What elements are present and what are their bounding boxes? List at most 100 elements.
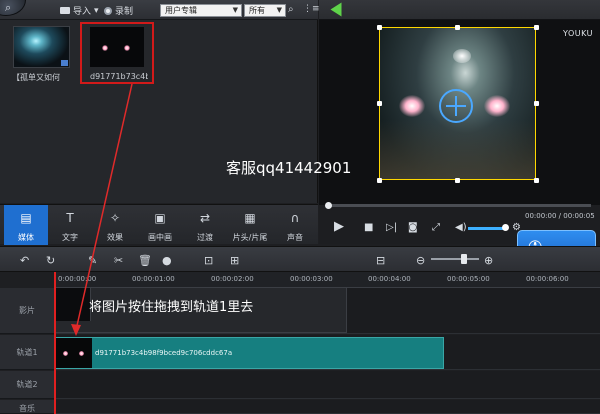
bounding-box[interactable] (379, 27, 536, 180)
tab-pip[interactable]: ▣ 画中画 (138, 205, 182, 245)
tab-label: 声音 (287, 233, 303, 242)
timeline-toolbar: ↶ ↻ ✎ ✂ 🗑 ● ⊡ ⊞ ⊟ ⊖ ⊕ (0, 246, 600, 272)
tab-label: 画中画 (148, 233, 172, 242)
filter-select[interactable]: 所有 ▼ (244, 4, 286, 17)
resize-handle[interactable] (534, 178, 539, 183)
resize-handle[interactable] (534, 101, 539, 106)
expand-icon[interactable]: ⊟ (376, 254, 385, 267)
preview-panel: YOUKU (319, 0, 600, 244)
redo-icon[interactable]: ↻ (46, 254, 55, 267)
resize-handle[interactable] (455, 178, 460, 183)
tab-audio[interactable]: ∩ 声音 (273, 205, 317, 245)
zoom-out-icon[interactable]: ⊖ (416, 254, 425, 267)
intro-outro-icon: ▦ (244, 211, 256, 225)
zoom-slider[interactable] (431, 258, 479, 260)
play-icon[interactable]: ▶ (334, 219, 344, 234)
resize-handle[interactable] (534, 25, 539, 30)
ruler-tick-label: 00:00:02:00 (211, 275, 254, 283)
next-frame-icon[interactable]: ▷| (386, 222, 397, 233)
tab-text[interactable]: T 文字 (48, 205, 92, 245)
tab-media[interactable]: ▤ 媒体 (4, 205, 48, 245)
tab-label: 文字 (62, 233, 78, 242)
delete-icon[interactable]: 🗑 (138, 254, 152, 267)
record-button[interactable]: 录制 (104, 4, 133, 17)
folder-icon (60, 7, 70, 14)
stop-icon[interactable]: ■ (364, 222, 373, 233)
seek-knob[interactable] (325, 202, 332, 209)
tab-label: 过渡 (197, 233, 213, 242)
feature-tabs: ▤ 媒体 T 文字 ✧ 效果 ▣ 画中画 ⇄ 过渡 ▦ 片头/片尾 ∩ 声音 (0, 204, 318, 245)
ruler-tick-label: 0:00:00:00 (58, 275, 97, 283)
media-thumbnail-selected[interactable] (90, 27, 144, 67)
import-button[interactable]: 导入 ▾ (60, 4, 99, 17)
import-label: 导入 (73, 7, 92, 17)
clip-thumbnail (55, 338, 92, 368)
ruler-tick-label: 00:00:05:00 (447, 275, 490, 283)
track-label-2: 轨道2 (0, 371, 54, 399)
glow-dot (102, 45, 108, 51)
tab-label: 媒体 (18, 233, 34, 242)
clip-name: d91771b73c4b98f9bced9c706cddc67a (95, 349, 233, 357)
chevron-down-icon: ▼ (276, 6, 282, 14)
resize-handle[interactable] (377, 25, 382, 30)
glow-dot (63, 351, 68, 356)
media-caption: d91771b73c4b (90, 72, 148, 81)
media-thumbnail[interactable] (13, 26, 70, 68)
cut-icon[interactable]: ✂ (114, 254, 123, 267)
media-caption: 【孤单又如何 (12, 73, 60, 82)
snapshot-icon[interactable]: ◙ (408, 222, 418, 233)
text-icon: T (66, 211, 74, 225)
resize-handle[interactable] (377, 178, 382, 183)
volume-knob[interactable] (502, 224, 509, 231)
track-2[interactable] (54, 371, 600, 399)
chevron-down-icon: ▾ (94, 5, 99, 16)
edit-icon[interactable]: ✎ (88, 254, 97, 267)
ruler-tick-label: 00:00:03:00 (290, 275, 333, 283)
preview-header (319, 0, 600, 20)
ruler-tick-label: 00:00:06:00 (526, 275, 569, 283)
microphone-icon[interactable]: ● (162, 254, 172, 267)
seek-bar[interactable] (329, 204, 591, 207)
pip-icon: ▣ (154, 211, 166, 225)
video-badge-icon (61, 60, 68, 66)
volume-icon[interactable]: ◀) (455, 222, 467, 233)
search-icon[interactable]: ⌕ (288, 4, 294, 15)
watermark-text: 客服qq41442901 (226, 159, 352, 177)
ruler-tick-label: 00:00:04:00 (368, 275, 411, 283)
resize-handle[interactable] (455, 25, 460, 30)
album-select-value: 用户专辑 (165, 6, 197, 15)
track-music[interactable] (54, 400, 600, 414)
zoom-knob[interactable] (461, 254, 467, 264)
tab-label: 效果 (107, 233, 123, 242)
library-toolbar: 导入 ▾ 录制 用户专辑 ▼ 所有 ▼ ⌕ ⋮≡ (0, 0, 320, 20)
fit-icon[interactable]: ⊡ (204, 254, 213, 267)
resize-handle[interactable] (377, 101, 382, 106)
chevron-down-icon: ▼ (232, 6, 238, 14)
track-label-1: 轨道1 (0, 335, 54, 370)
zoom-in-icon[interactable]: ⊕ (484, 254, 493, 267)
video-track-thumb (55, 288, 91, 321)
glow-dot (124, 45, 130, 51)
collapse-arrow-icon[interactable] (330, 2, 342, 17)
list-view-icon[interactable]: ⋮≡ (303, 4, 320, 14)
time-display: 00:00:00 / 00:00:05 (525, 212, 595, 220)
time-ruler[interactable]: 0:00:00:00 00:00:01:00 00:00:02:00 00:00… (54, 272, 600, 288)
transition-icon: ⇄ (199, 211, 211, 225)
audio-icon: ∩ (290, 211, 300, 225)
fullscreen-icon[interactable]: ⤢ (432, 222, 440, 233)
tab-intro-outro[interactable]: ▦ 片头/片尾 (228, 205, 272, 245)
timeline-clip[interactable]: d91771b73c4b98f9bced9c706cddc67a (54, 337, 444, 369)
record-icon (104, 6, 112, 15)
undo-icon[interactable]: ↶ (20, 254, 29, 267)
ruler-tick-label: 00:00:01:00 (132, 275, 175, 283)
album-select[interactable]: 用户专辑 ▼ (160, 4, 242, 17)
tab-transition[interactable]: ⇄ 过渡 (183, 205, 227, 245)
tab-effects[interactable]: ✧ 效果 (93, 205, 137, 245)
glow-dot (79, 351, 84, 356)
marker-icon[interactable]: ⊞ (230, 254, 239, 267)
volume-slider[interactable] (468, 227, 506, 230)
playhead[interactable] (54, 272, 56, 414)
effect-icon: ✧ (109, 211, 121, 225)
media-icon: ▤ (20, 211, 32, 225)
tab-label: 片头/片尾 (232, 233, 268, 242)
